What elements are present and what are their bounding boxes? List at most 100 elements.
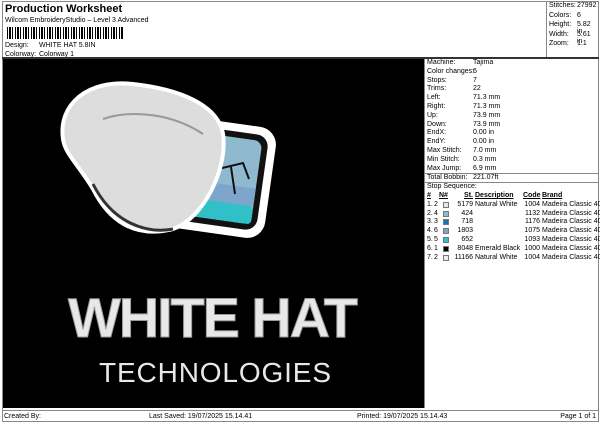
summary-row: Height: 5.82 in xyxy=(547,21,598,35)
info-panel: Machine: Tajima Color changes: 6 Stops: 7 Trim… xyxy=(424,59,600,408)
summary-value: 27992 xyxy=(577,2,597,9)
thread-code: 1075 xyxy=(524,227,540,235)
machine-info-row: Down: 73.9 mm xyxy=(425,121,599,130)
col-brand: Brand xyxy=(542,191,563,199)
stop-sequence: Stop Sequence: # N# St. Description Code… xyxy=(425,182,600,263)
thread-code: 1004 xyxy=(524,200,540,208)
info-value: 0.00 in xyxy=(473,129,495,137)
machine-info-row: Right: 71.3 mm xyxy=(425,103,599,112)
stitch-count: 1803 xyxy=(457,227,473,235)
page-number: Page 1 of 1 xyxy=(560,413,596,420)
barcode xyxy=(7,27,124,39)
machine-info-row: Machine: Tajima xyxy=(425,59,599,68)
needle-number: 6 xyxy=(434,227,438,235)
stitch-count: 8048 xyxy=(457,244,473,252)
thread-code: 1093 xyxy=(524,235,540,243)
stop-number: 5. xyxy=(427,235,433,243)
info-label: Max Jump: xyxy=(427,164,462,172)
artwork-line1: WHITE HAT xyxy=(68,286,358,349)
thread-brand: Madeira Classic 40 xyxy=(542,235,600,243)
hat-graphic xyxy=(60,81,226,234)
machine-info-row: Max Stitch: 7.0 mm xyxy=(425,147,599,156)
stitch-count: 718 xyxy=(461,218,473,226)
info-value: 221.07ft xyxy=(473,174,499,182)
thread-brand: Madeira Classic 40 xyxy=(542,209,600,217)
info-value: 7 xyxy=(473,76,477,84)
machine-info-row: EndX: 0.00 in xyxy=(425,129,599,138)
summary-label: Stitches: xyxy=(549,2,576,9)
design-row: Design: WHITE HAT 5.8IN xyxy=(5,42,96,49)
col-n: N# xyxy=(439,191,448,199)
footer: Created By: Last Saved: 19/07/2025 15.14… xyxy=(2,410,599,422)
machine-info-row: Left: 71.3 mm xyxy=(425,94,599,103)
stop-sequence-title: Stop Sequence: xyxy=(427,183,477,191)
thread-brand: Madeira Classic 40 xyxy=(542,227,600,235)
stop-number: 3. xyxy=(427,218,433,226)
thread-brand: Madeira Classic 40 xyxy=(542,244,600,252)
info-label: Color changes: xyxy=(427,67,475,75)
summary-value: 1:1 xyxy=(577,40,587,47)
stop-row: 4. 6 1803 1075 Madeira Classic 40 xyxy=(427,227,600,236)
info-value: 71.3 mm xyxy=(473,102,501,110)
stitch-count: 5179 xyxy=(457,200,473,208)
machine-info-row: Stops: 7 xyxy=(425,77,599,86)
stitch-count: 11166 xyxy=(454,253,473,261)
summary-row: Colors: 6 xyxy=(547,12,598,22)
machine-info-row: Trims: 22 xyxy=(425,85,599,94)
col-code: Code xyxy=(523,191,541,199)
stop-number: 6. xyxy=(427,244,433,252)
summary-label: Colors: xyxy=(549,11,572,19)
summary-label: Zoom: xyxy=(549,40,569,47)
stop-row: 7. 2 11166 Natural White 1004 Madeira Classic… xyxy=(427,253,600,263)
thread-brand: Madeira Classic 40 xyxy=(542,218,600,226)
thread-code: 1132 xyxy=(524,209,540,217)
needle-number: 3 xyxy=(434,218,438,226)
embroidery-artwork: WHITE HAT TECHNOLOGIES xyxy=(60,81,359,388)
info-value: 73.9 mm xyxy=(473,120,501,128)
stop-row: 1. 2 5179 Natural White 1004 Madeira Classic … xyxy=(427,200,600,210)
stop-number: 4. xyxy=(427,227,433,235)
info-label: Left: xyxy=(427,94,441,102)
info-value: 22 xyxy=(473,85,481,93)
info-value: 0.3 mm xyxy=(473,155,497,163)
info-label: Right: xyxy=(427,102,446,110)
stop-row: 3. 3 718 1176 Madeira Classic 40 xyxy=(427,218,600,227)
needle-number: 5 xyxy=(434,235,438,243)
summary-row: Zoom: 1:1 xyxy=(547,40,598,50)
created-by: Created By: xyxy=(4,413,41,420)
stop-sequence-header: # N# St. Description Code Brand xyxy=(427,192,599,201)
needle-number: 2 xyxy=(434,200,438,208)
design-label: Design: xyxy=(5,42,29,49)
thread-description: Emerald Black xyxy=(475,244,521,252)
stop-number: 7. xyxy=(427,253,433,261)
info-label: Down: xyxy=(427,120,447,128)
machine-info: Machine: Tajima Color changes: 6 Stops: 7 Trim… xyxy=(425,59,599,182)
thread-description: Natural White xyxy=(475,253,518,261)
info-label: Trims: xyxy=(427,85,447,93)
design-value: WHITE HAT 5.8IN xyxy=(39,42,96,49)
info-value: 7.0 mm xyxy=(473,146,497,154)
machine-info-row: Color changes: 6 xyxy=(425,68,599,77)
info-value: 71.3 mm xyxy=(473,94,501,102)
needle-number: 4 xyxy=(434,209,438,217)
summary-label: Width: xyxy=(549,30,569,38)
stop-row: 2. 4 424 1132 Madeira Classic 40 xyxy=(427,209,600,219)
thread-brand: Madeira Classic 40 xyxy=(542,200,600,208)
thread-code: 1000 xyxy=(524,244,540,252)
stop-number: 1. xyxy=(427,200,433,208)
printed-date: Printed: 19/07/2025 15.14.43 xyxy=(357,413,448,420)
summary-row: Width: 5.61 in xyxy=(547,30,598,45)
info-label: Stops: xyxy=(427,76,447,84)
summary-panel: Stitches: 27992 Colors: 6 Height: 5.82 in Widt… xyxy=(546,2,598,57)
info-label: EndY: xyxy=(427,138,446,146)
machine-info-row: Max Jump: 6.9 mm xyxy=(425,165,599,174)
design-preview: WHITE HAT TECHNOLOGIES xyxy=(3,59,424,408)
machine-info-row: Min Stitch: 0.3 mm xyxy=(425,156,599,165)
info-label: Up: xyxy=(427,111,438,119)
machine-info-row: Up: 73.9 mm xyxy=(425,112,599,121)
col-description: Description xyxy=(475,191,514,199)
page-title: Production Worksheet xyxy=(5,3,123,15)
thread-brand: Madeira Classic 40 xyxy=(542,253,600,261)
stop-row: 6. 1 8048 Emerald Black 1000 Madeira Classic … xyxy=(427,244,600,254)
info-label: Min Stitch: xyxy=(427,155,460,163)
